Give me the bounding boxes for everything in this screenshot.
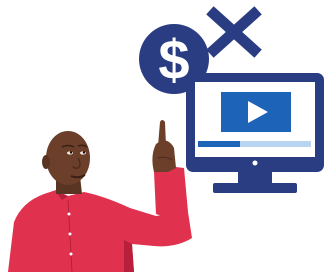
video-progress-bar [198, 141, 311, 147]
shirt-button [68, 232, 72, 236]
power-dot [252, 160, 258, 166]
illustration-canvas: $ [0, 0, 327, 272]
shirt-button [69, 252, 73, 256]
ear [42, 155, 50, 169]
shirt-button [67, 212, 71, 216]
video-play-icon [221, 92, 291, 132]
monitor-stand [238, 172, 272, 184]
dollar-symbol: $ [158, 28, 189, 91]
monitor-base [213, 183, 297, 193]
shirt-sleeve [154, 166, 188, 218]
